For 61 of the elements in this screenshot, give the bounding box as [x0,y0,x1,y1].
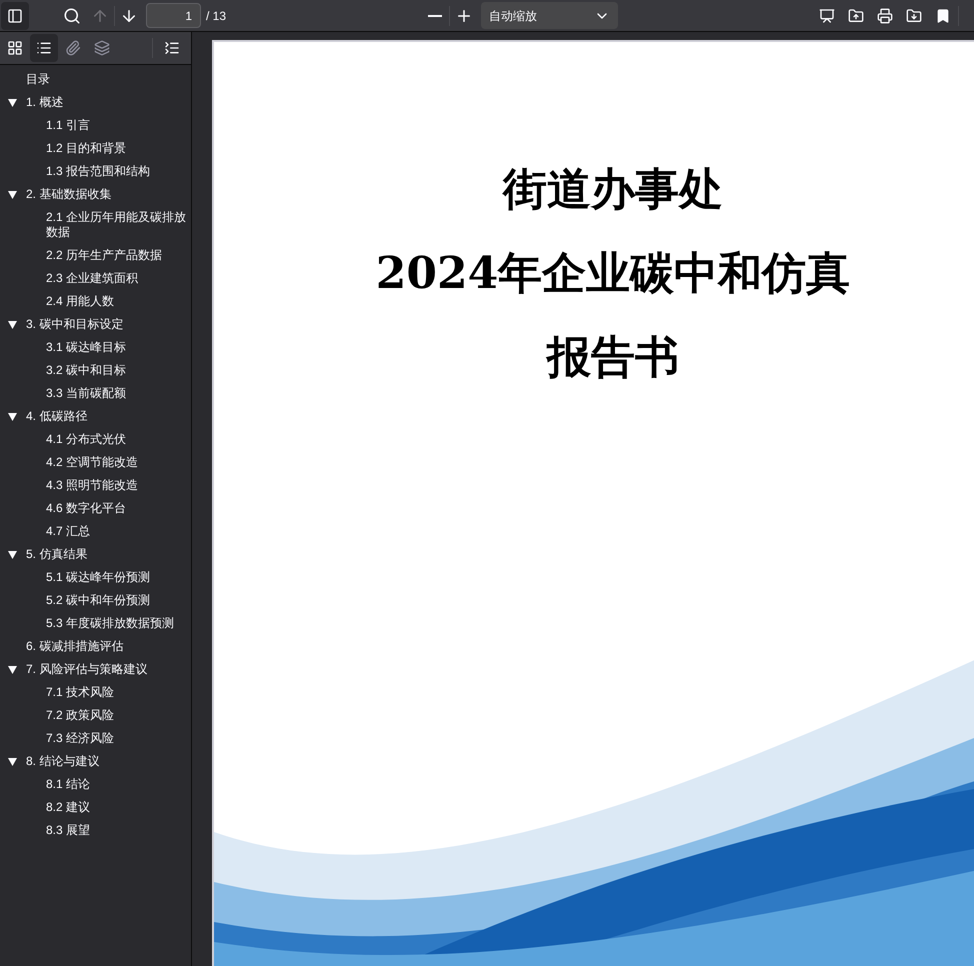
triangle-toggle-icon[interactable] [8,550,16,558]
triangle-toggle-icon[interactable] [8,98,16,106]
layers-icon [94,40,110,56]
outline-item[interactable]: 5.2 碳中和年份预测 [42,589,152,612]
outline-item[interactable]: 2.3 企业建筑面积 [42,267,140,290]
folder-download-icon [906,8,922,24]
page-count: / 13 [206,8,226,24]
outline-item[interactable]: 4.7 汇总 [42,520,92,543]
sidebar-tab[interactable] [30,34,58,62]
outline-item[interactable]: 3.3 当前碳配额 [42,382,128,405]
triangle-toggle-icon[interactable] [8,412,16,420]
presentation-icon [819,8,836,24]
folder-upload-icon [848,8,864,24]
minus-icon [428,14,442,16]
outline-item[interactable]: 2.4 用能人数 [42,290,116,313]
outline-item[interactable]: 5.1 碳达峰年份预测 [42,566,152,589]
outline-item[interactable]: 3.1 碳达峰目标 [42,336,128,359]
paperclip-icon [65,40,81,56]
outline-item[interactable]: 7. 风险评估与策略建议 [22,658,150,681]
cover-title: 街道办事处 [503,163,723,217]
outline-item[interactable]: 4.6 数字化平台 [42,497,128,520]
grid-icon [7,40,23,56]
outline-item[interactable]: 2.1 企业历年用能及碳排放数据 [42,206,191,244]
printer-icon [877,8,894,24]
list-indent-icon [164,40,180,56]
bookmark-icon [935,8,952,24]
outline-item[interactable]: 1.3 报告范围和结构 [42,160,152,183]
outline-item[interactable]: 4.3 照明节能改造 [42,474,140,497]
outline-item[interactable]: 4.2 空调节能改造 [42,451,140,474]
cover-title: 2024年企业碳中和仿真 [376,247,850,301]
cover-title: 报告书 [547,331,679,385]
zoom-select[interactable]: 自动缩放 [481,2,618,29]
outline-item[interactable]: 3. 碳中和目标设定 [22,313,126,336]
outline-item[interactable]: 4. 低碳路径 [22,405,90,428]
triangle-toggle-icon[interactable] [8,320,16,328]
outline-item[interactable]: 4.1 分布式光伏 [42,428,128,451]
triangle-toggle-icon[interactable] [8,190,16,198]
outline-item[interactable]: 8.2 建议 [42,796,92,819]
outline-item[interactable]: 1.1 引言 [42,114,92,137]
outline-item[interactable]: 目录 [22,68,52,91]
outline-item[interactable]: 7.3 经济风险 [42,727,116,750]
outline-item[interactable]: 5. 仿真结果 [22,543,90,566]
outline-item[interactable]: 1. 概述 [22,91,66,114]
triangle-toggle-icon[interactable] [8,666,16,674]
outline-item[interactable]: 5.3 年度碳排放数据预测 [42,612,176,635]
outline-item[interactable]: 8.1 结论 [42,773,92,796]
outline-item[interactable]: 6. 碳减排措施评估 [22,635,126,658]
outline-item[interactable]: 8.3 展望 [42,819,92,842]
outline-item[interactable]: 1.2 目的和背景 [42,137,128,160]
sidebar-toggle-button[interactable] [1,2,29,30]
page-number-field[interactable]: 1 [146,3,201,28]
outline-item[interactable]: 2.2 历年生产产品数据 [42,244,164,267]
outline-item[interactable]: 8. 结论与建议 [22,750,102,773]
search-icon [63,6,81,24]
outline-item[interactable]: 2. 基础数据收集 [22,183,114,206]
outline-item[interactable]: 3.2 碳中和目标 [42,359,128,382]
sidebar-icon [7,8,23,24]
outline-item[interactable]: 7.1 技术风险 [42,681,116,704]
outline-item[interactable]: 7.2 政策风险 [42,704,116,727]
triangle-toggle-icon[interactable] [8,758,16,766]
list-icon [36,40,52,56]
